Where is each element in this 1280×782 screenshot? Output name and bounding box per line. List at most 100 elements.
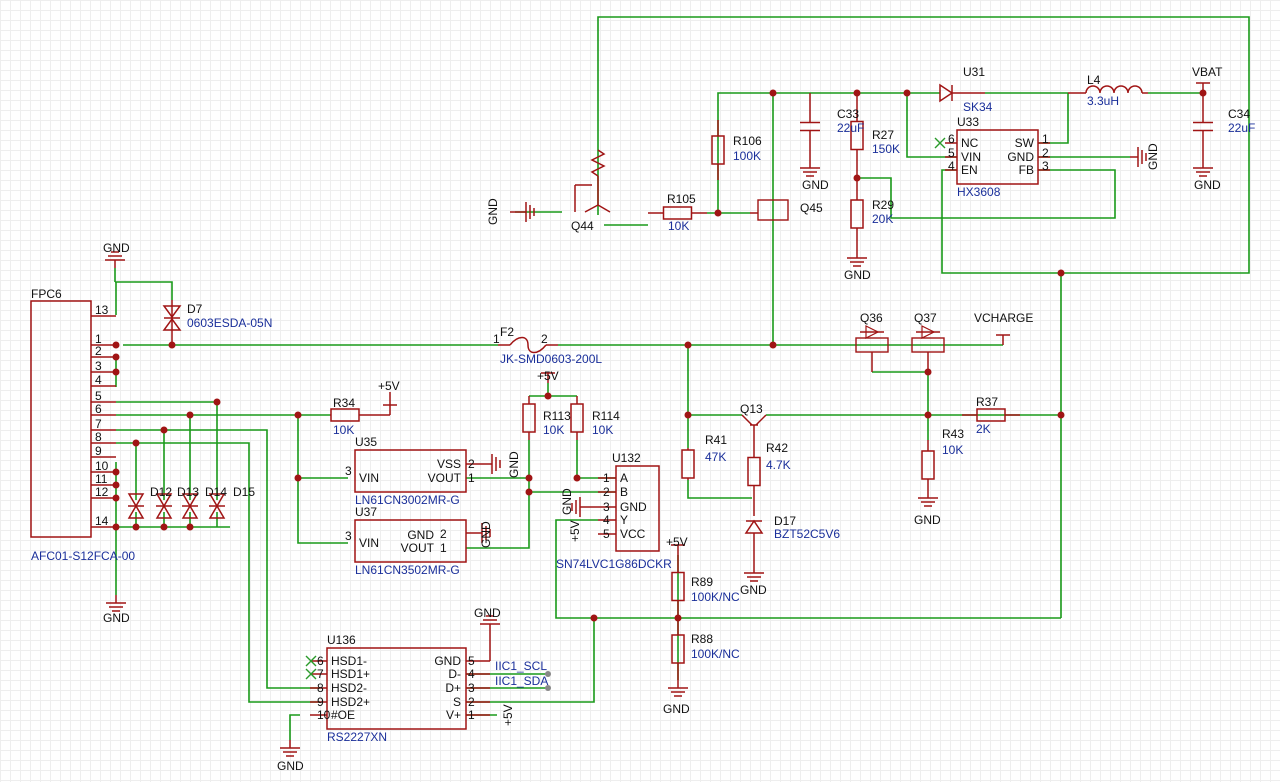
no-connect-mark (934, 137, 946, 149)
ground-label: GND (103, 611, 130, 625)
junction-dot (573, 474, 581, 482)
junction-dot (186, 523, 194, 531)
u33-pin-number: 5 (948, 146, 955, 160)
u33-pin-name: EN (961, 163, 978, 177)
u37-pin-vout: VOUT (401, 541, 435, 555)
r41-symbol (681, 449, 695, 479)
u132-pin-number: 5 (603, 527, 610, 541)
r113-symbol (522, 403, 536, 433)
plus5v-label: +5V (568, 520, 582, 542)
fpc6-value: AFC01-S12FCA-00 (31, 549, 135, 563)
ground-label: GND (486, 198, 500, 225)
u132-pin-number: 3 (603, 500, 610, 514)
q44-symbol (584, 204, 599, 213)
c34-reference: C34 (1228, 107, 1250, 121)
u31-value: SK34 (963, 100, 993, 114)
vbat-label: VBAT (1192, 65, 1223, 79)
u35-pin-number: 3 (345, 464, 352, 478)
u35-reference: U35 (355, 435, 377, 449)
u136-right-pin-name: S (453, 695, 461, 709)
u136-left-pin-name: #OE (331, 708, 355, 722)
d17-reference: D17 (774, 514, 796, 528)
u33-value: HX3608 (957, 185, 1001, 199)
junction-dot (924, 411, 932, 419)
junction-dot (769, 341, 777, 349)
u132-pin-number: 1 (603, 471, 610, 485)
schematic-canvas[interactable]: 1312345678910111214FPC6AFC01-S12FCA-00GN… (0, 0, 1280, 782)
junction-dot (903, 89, 911, 97)
u136-left-pin-number: 9 (317, 695, 324, 709)
junction-dot (132, 439, 140, 447)
r29-value: 20K (872, 212, 893, 226)
junction-dot (132, 523, 140, 531)
u136-right-pin-number: 2 (468, 695, 475, 709)
u35-pin-vss: VSS (437, 457, 461, 471)
vcharge-label: VCHARGE (974, 311, 1033, 325)
fpc6-pin-number: 3 (95, 359, 102, 373)
u37-pin-number: 3 (345, 529, 352, 543)
wire (297, 478, 348, 544)
r41-value: 47K (705, 450, 726, 464)
fpc6-body (30, 300, 92, 538)
u136-left-pin-number: 7 (317, 667, 324, 681)
u136-left-pin-name: HSD1+ (331, 667, 370, 681)
u33-pin-name: GND (1007, 150, 1034, 164)
fpc6-pin-number: 11 (95, 472, 108, 486)
iic-scl-label: IIC1_SCL (495, 659, 547, 673)
junction-dot (590, 614, 598, 622)
u132-value: SN74LVC1G86DCKR (556, 557, 672, 571)
u37-pin-gnd: GND (407, 528, 434, 542)
u132-pin-name: B (620, 485, 628, 499)
plus5v-label: +5V (378, 379, 400, 393)
junction-dot (160, 426, 168, 434)
u136-right-pin-number: 1 (468, 708, 475, 722)
r29-reference: R29 (872, 198, 894, 212)
r43-value: 10K (942, 443, 963, 457)
u132-pin-number: 2 (603, 485, 610, 499)
u35-pin-number: 2 (468, 457, 475, 471)
wire (116, 442, 320, 703)
wire-layer (112, 16, 1250, 740)
r43-reference: R43 (942, 427, 964, 441)
r42-value: 4.7K (766, 458, 791, 472)
junction-dot (544, 392, 552, 400)
ground-label: GND (802, 178, 829, 192)
label-layer: 1312345678910111214FPC6AFC01-S12FCA-00GN… (31, 65, 1255, 773)
u33-pin-name: FB (1019, 163, 1034, 177)
r113-reference: R113 (543, 409, 571, 423)
r89-value: 100K/NC (691, 590, 740, 604)
plus5v-label: +5V (537, 369, 559, 383)
d17-symbol (744, 519, 764, 534)
ground-label: GND (844, 268, 871, 282)
u33-pin-number: 1 (1042, 132, 1049, 146)
iic-sda-label: IIC1_SDA (495, 674, 548, 688)
ground-label: GND (1146, 143, 1160, 170)
u31-symbol (939, 83, 954, 103)
ground-label: GND (277, 759, 304, 773)
ground-label: GND (479, 521, 493, 548)
d15-reference: D15 (233, 485, 255, 499)
wire (115, 281, 173, 300)
r43-symbol (921, 450, 935, 480)
r34-symbol (330, 408, 360, 422)
ground-label: GND (740, 583, 767, 597)
r105-value: 10K (668, 219, 689, 233)
wire (687, 345, 742, 416)
r114-reference: R114 (592, 409, 620, 423)
r106-reference: R106 (733, 134, 762, 148)
ground-label: GND (914, 513, 941, 527)
fpc6-pin-number: 6 (95, 402, 102, 416)
u136-reference: U136 (327, 633, 356, 647)
f2-pin-1: 1 (493, 332, 500, 346)
u136-left-pin-number: 6 (317, 654, 324, 668)
r114-symbol (570, 403, 584, 433)
u136-left-pin-name: HSD1- (331, 654, 367, 668)
r88-value: 100K/NC (691, 647, 740, 661)
r27-value: 150K (872, 142, 900, 156)
symbol-layer (30, 82, 1213, 757)
r41-reference: R41 (705, 433, 727, 447)
c33-value: 22uF (837, 121, 864, 135)
junction-dot (1057, 269, 1065, 277)
u37-pin-number: 2 (440, 527, 447, 541)
u35-pin-vout: VOUT (428, 471, 462, 485)
